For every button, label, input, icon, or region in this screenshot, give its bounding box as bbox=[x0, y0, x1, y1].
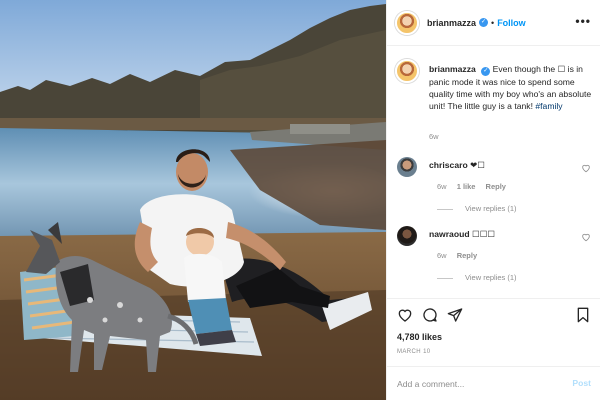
verified-badge-icon: ✓ bbox=[479, 18, 489, 27]
comment-bubble-icon[interactable] bbox=[422, 307, 438, 323]
author-username[interactable]: brianmazza bbox=[427, 18, 476, 28]
commenter-username[interactable]: chriscaro bbox=[429, 160, 468, 170]
caption-username[interactable]: brianmazza bbox=[429, 64, 476, 74]
post-side-panel: brianmazza ✓ • Follow ••• brianmazza ✓ E… bbox=[386, 0, 600, 400]
reply-button[interactable]: Reply bbox=[486, 182, 506, 191]
caption-time: 6w bbox=[429, 132, 439, 141]
commenter-avatar[interactable] bbox=[397, 226, 417, 246]
view-replies-button[interactable]: View replies (1) bbox=[437, 204, 517, 213]
comment-text: ☐☐☐ bbox=[471, 229, 496, 239]
reply-button[interactable]: Reply bbox=[457, 251, 477, 260]
post-comment-button[interactable]: Post bbox=[572, 378, 591, 388]
view-replies-label: View replies (1) bbox=[465, 273, 517, 282]
heart-icon[interactable] bbox=[397, 307, 413, 323]
comment-meta: 6w Reply bbox=[437, 251, 485, 260]
comment-time: 6w bbox=[437, 182, 447, 191]
comment-heart-icon[interactable] bbox=[581, 163, 591, 173]
comment-heart-icon[interactable] bbox=[581, 232, 591, 242]
caption-avatar[interactable] bbox=[395, 59, 419, 83]
verified-badge-icon: ✓ bbox=[481, 67, 491, 76]
view-replies-button[interactable]: View replies (1) bbox=[437, 273, 517, 282]
hashtag-link[interactable]: #family bbox=[535, 101, 562, 111]
bookmark-icon[interactable] bbox=[575, 307, 591, 323]
replies-divider bbox=[437, 208, 453, 210]
post-photo[interactable] bbox=[0, 0, 386, 400]
more-dots-icon[interactable]: ••• bbox=[575, 14, 591, 28]
comment-like-count[interactable]: 1 like bbox=[457, 182, 476, 191]
comment-body: chriscaro ❤☐ bbox=[429, 160, 485, 171]
post-photo-illustration bbox=[0, 0, 386, 400]
comment-body: nawraoud ☐☐☐ bbox=[429, 229, 495, 240]
author-avatar[interactable] bbox=[395, 10, 419, 35]
view-replies-label: View replies (1) bbox=[465, 204, 517, 213]
like-count[interactable]: 4,780 likes bbox=[397, 332, 442, 342]
post-date: MARCH 10 bbox=[397, 349, 431, 355]
replies-divider bbox=[437, 277, 453, 279]
separator-dot: • bbox=[491, 17, 495, 28]
paper-plane-icon[interactable] bbox=[447, 307, 463, 323]
comments-section[interactable]: brianmazza ✓ Even though the ☐ is in pan… bbox=[387, 47, 600, 297]
comment-time: 6w bbox=[437, 251, 447, 260]
commenter-username[interactable]: nawraoud bbox=[429, 229, 470, 239]
comment-text: ❤☐ bbox=[470, 160, 485, 170]
add-comment-input[interactable] bbox=[397, 376, 557, 392]
add-comment-bar: Post bbox=[387, 366, 600, 400]
post-actions-bar: 4,780 likes MARCH 10 bbox=[387, 298, 600, 368]
caption-text: brianmazza ✓ Even though the ☐ is in pan… bbox=[429, 63, 597, 112]
post-header: brianmazza ✓ • Follow ••• bbox=[387, 0, 600, 46]
comment-meta: 6w 1 like Reply bbox=[437, 182, 514, 191]
commenter-avatar[interactable] bbox=[397, 157, 417, 177]
follow-button[interactable]: Follow bbox=[497, 18, 526, 28]
